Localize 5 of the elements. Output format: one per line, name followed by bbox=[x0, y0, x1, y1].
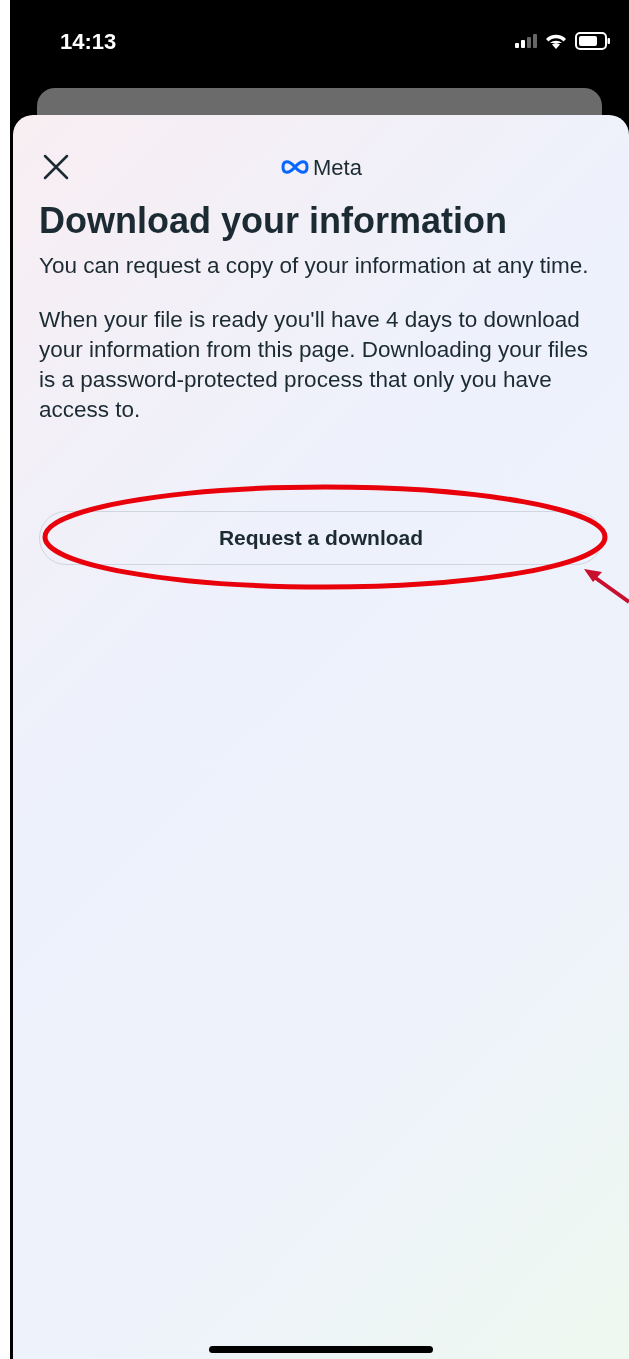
logo-text: Meta bbox=[313, 153, 362, 182]
status-time: 14:13 bbox=[60, 27, 117, 56]
page-title: Download your information bbox=[39, 199, 508, 243]
description-text: You can request a copy of your information at any time. bbox=[39, 252, 590, 280]
description-text: When your file is ready you'll have 4 days to download your information from this page. Downloading your files is a password-protected process that only you have access to. bbox=[39, 306, 590, 424]
